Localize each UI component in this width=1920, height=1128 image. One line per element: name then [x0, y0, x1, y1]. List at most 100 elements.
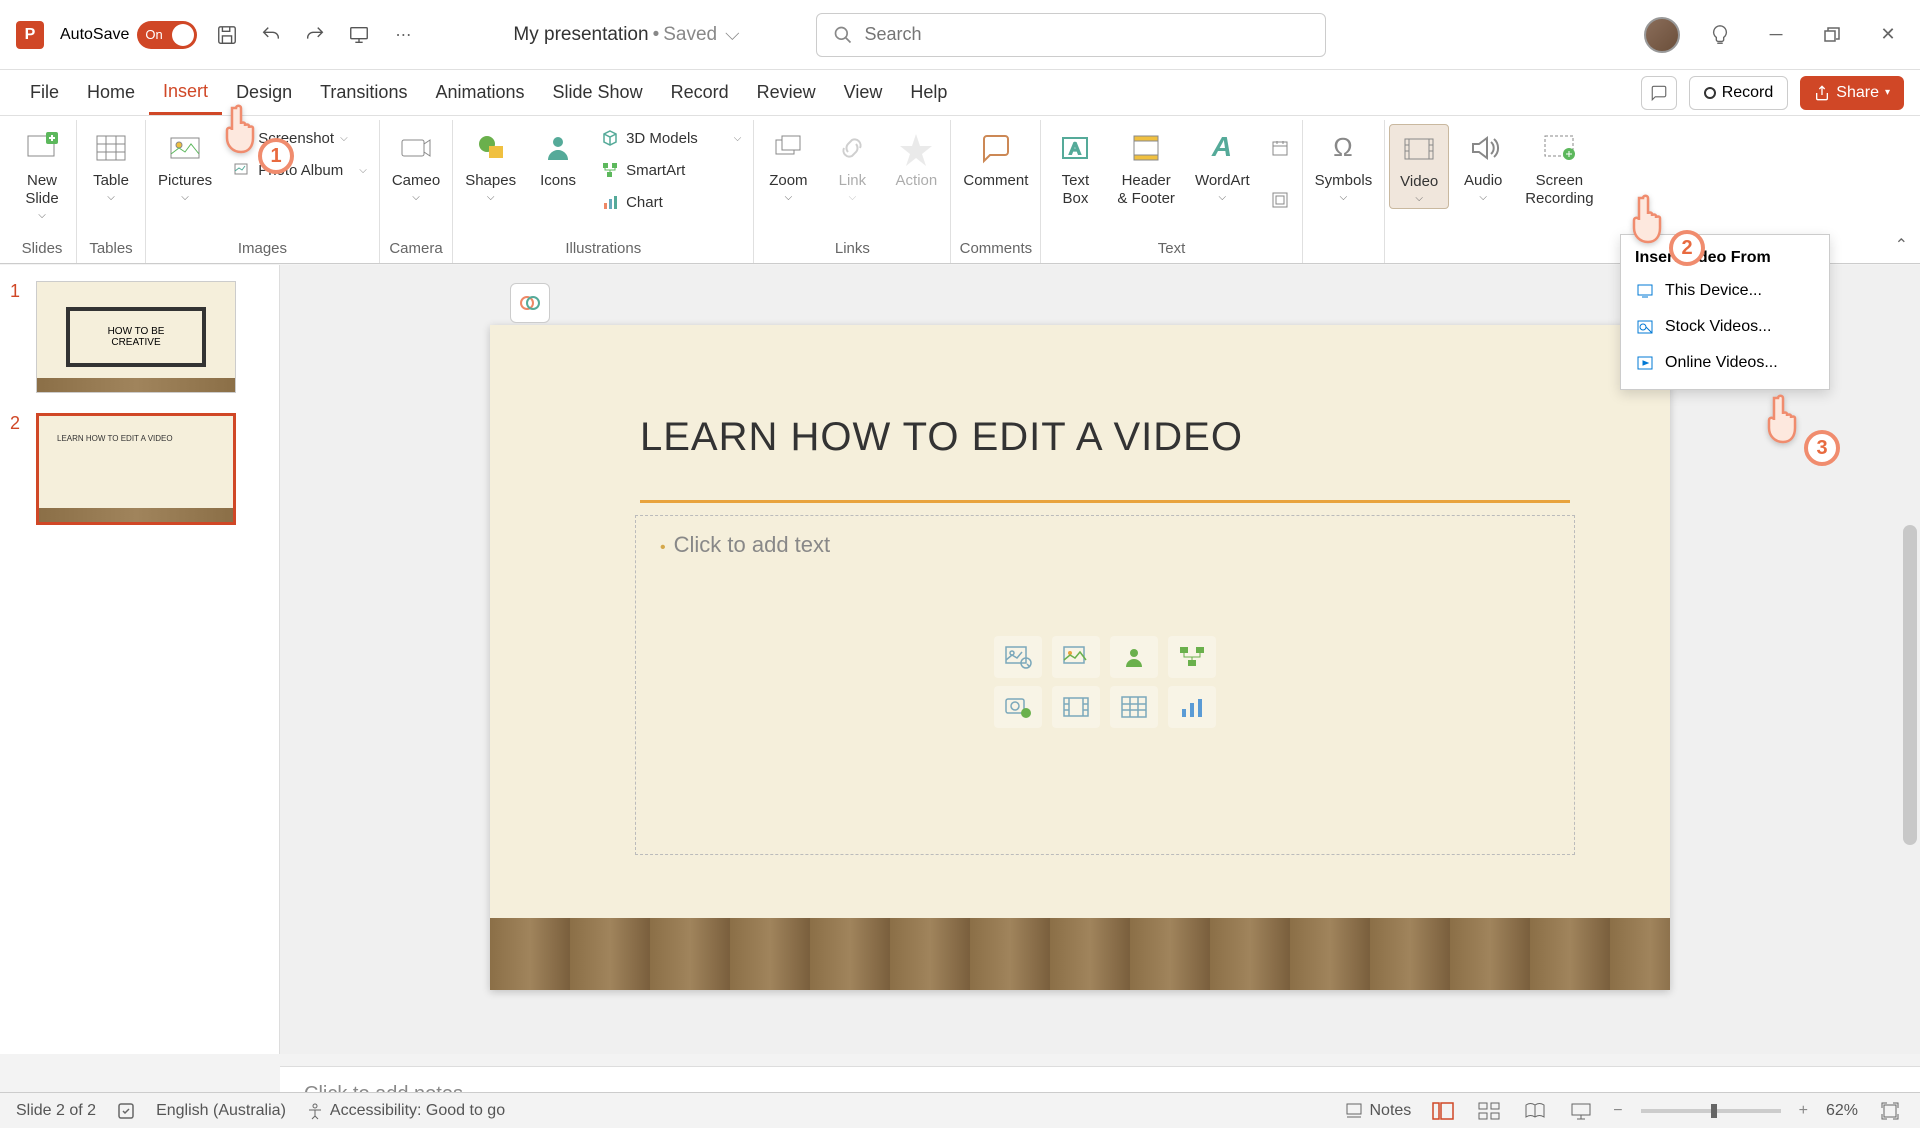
textbox-button[interactable]: A Text Box: [1045, 124, 1105, 212]
cameo-button[interactable]: Cameo ⌵: [384, 124, 448, 207]
zoom-out-icon[interactable]: −: [1613, 1102, 1622, 1120]
insert-stock-image-icon[interactable]: [994, 636, 1042, 678]
record-button[interactable]: Record: [1689, 76, 1789, 110]
slide-thumb-1[interactable]: HOW TO BE CREATIVE: [36, 281, 236, 393]
insert-chart-icon[interactable]: [1168, 686, 1216, 728]
fit-window-icon[interactable]: [1876, 1099, 1904, 1123]
comments-pane-button[interactable]: [1641, 76, 1677, 110]
redo-icon[interactable]: [301, 21, 329, 49]
save-icon[interactable]: [213, 21, 241, 49]
sorter-view-icon[interactable]: [1475, 1099, 1503, 1123]
screen-recording-button[interactable]: Screen Recording: [1517, 124, 1601, 212]
document-title[interactable]: My presentation • Saved ⌵: [513, 24, 739, 46]
wordart-button[interactable]: A WordArt ⌵: [1187, 124, 1258, 207]
close-icon[interactable]: ✕: [1872, 19, 1904, 51]
new-slide-button[interactable]: New Slide ⌵: [12, 124, 72, 225]
reading-view-icon[interactable]: [1521, 1099, 1549, 1123]
table-button[interactable]: Table ⌵: [81, 124, 141, 207]
slide-thumb-2[interactable]: LEARN HOW TO EDIT A VIDEO: [36, 413, 236, 525]
language-status[interactable]: English (Australia): [156, 1102, 286, 1120]
minimize-icon[interactable]: ─: [1760, 19, 1792, 51]
audio-button[interactable]: Audio ⌵: [1453, 124, 1513, 207]
object-icon: [1270, 190, 1290, 210]
symbols-button[interactable]: Ω Symbols ⌵: [1307, 124, 1381, 207]
screenshot-icon: [232, 128, 252, 148]
shapes-icon: [471, 128, 511, 168]
title-bar: P AutoSave On ⋯ My presentation • Saved …: [0, 0, 1920, 70]
photo-album-button[interactable]: Photo Album ⌵: [224, 156, 375, 184]
vertical-scrollbar[interactable]: [1900, 265, 1920, 1054]
object-button[interactable]: [1262, 186, 1298, 214]
slide-counter[interactable]: Slide 2 of 2: [16, 1102, 96, 1120]
insert-video-icon[interactable]: [1052, 686, 1100, 728]
insert-cameo-icon[interactable]: [994, 686, 1042, 728]
slide-canvas[interactable]: LEARN HOW TO EDIT A VIDEO •Click to add …: [490, 325, 1670, 990]
search-box[interactable]: [816, 13, 1326, 57]
slide-title[interactable]: LEARN HOW TO EDIT A VIDEO: [640, 415, 1243, 460]
chart-button[interactable]: Chart: [592, 188, 749, 216]
table-icon: [91, 128, 131, 168]
insert-picture-icon[interactable]: [1052, 636, 1100, 678]
zoom-slider[interactable]: [1641, 1109, 1781, 1113]
share-button[interactable]: Share▾: [1800, 76, 1904, 110]
screenshot-button[interactable]: Screenshot ⌵: [224, 124, 375, 152]
link-button: Link ⌵: [822, 124, 882, 207]
zoom-icon: [768, 128, 808, 168]
shapes-button[interactable]: Shapes ⌵: [457, 124, 524, 207]
device-icon: [1635, 281, 1655, 301]
cameo-icon: [396, 128, 436, 168]
tab-home[interactable]: Home: [73, 70, 149, 115]
normal-view-icon[interactable]: [1429, 1099, 1457, 1123]
collapse-ribbon-icon[interactable]: ⌃: [1895, 235, 1908, 255]
tab-transitions[interactable]: Transitions: [306, 70, 421, 115]
insert-icon-icon[interactable]: [1110, 636, 1158, 678]
3d-models-button[interactable]: 3D Models⌵: [592, 124, 749, 152]
icons-icon: [538, 128, 578, 168]
menu-online-videos[interactable]: Online Videos...: [1621, 345, 1829, 381]
zoom-button[interactable]: Zoom ⌵: [758, 124, 818, 207]
menu-this-device[interactable]: This Device...: [1621, 273, 1829, 309]
smartart-button[interactable]: SmartArt: [592, 156, 749, 184]
date-time-button[interactable]: [1262, 134, 1298, 162]
tab-view[interactable]: View: [830, 70, 897, 115]
tab-slideshow[interactable]: Slide Show: [539, 70, 657, 115]
tab-design[interactable]: Design: [222, 70, 306, 115]
tab-animations[interactable]: Animations: [421, 70, 538, 115]
menu-stock-videos[interactable]: Stock Videos...: [1621, 309, 1829, 345]
copilot-button[interactable]: [510, 283, 550, 323]
tab-insert[interactable]: Insert: [149, 70, 222, 115]
insert-smartart-icon[interactable]: [1168, 636, 1216, 678]
icons-button[interactable]: Icons: [528, 124, 588, 194]
lightbulb-icon[interactable]: [1704, 19, 1736, 51]
textbox-icon: A: [1055, 128, 1095, 168]
accessibility-status[interactable]: Accessibility: Good to go: [306, 1102, 505, 1120]
tab-help[interactable]: Help: [896, 70, 961, 115]
content-placeholder[interactable]: •Click to add text: [635, 515, 1575, 855]
zoom-in-icon[interactable]: +: [1799, 1102, 1808, 1120]
zoom-level[interactable]: 62%: [1826, 1102, 1858, 1120]
search-input[interactable]: [865, 24, 1309, 45]
cube-icon: [600, 128, 620, 148]
slide-thumbnail-pane: 1 HOW TO BE CREATIVE 2 LEARN HOW TO EDIT…: [0, 265, 280, 1054]
pictures-icon: [165, 128, 205, 168]
video-dropdown-menu: Insert Video From This Device... Stock V…: [1620, 234, 1830, 390]
pictures-button[interactable]: Pictures ⌵: [150, 124, 220, 207]
slideshow-view-icon[interactable]: [1567, 1099, 1595, 1123]
insert-table-icon[interactable]: [1110, 686, 1158, 728]
autosave-toggle[interactable]: AutoSave On: [60, 21, 197, 49]
present-icon[interactable]: [345, 21, 373, 49]
user-avatar[interactable]: [1644, 17, 1680, 53]
menu-header: Insert Video From: [1621, 243, 1829, 273]
notes-toggle[interactable]: Notes: [1345, 1102, 1411, 1120]
header-footer-button[interactable]: Header & Footer: [1109, 124, 1183, 212]
video-button[interactable]: Video ⌵: [1389, 124, 1449, 209]
comment-button[interactable]: Comment: [955, 124, 1036, 194]
tab-review[interactable]: Review: [743, 70, 830, 115]
undo-icon[interactable]: [257, 21, 285, 49]
tab-file[interactable]: File: [16, 70, 73, 115]
header-footer-icon: [1126, 128, 1166, 168]
spell-check-icon[interactable]: [116, 1101, 136, 1121]
maximize-icon[interactable]: [1816, 19, 1848, 51]
qat-more-icon[interactable]: ⋯: [389, 21, 417, 49]
tab-record[interactable]: Record: [657, 70, 743, 115]
